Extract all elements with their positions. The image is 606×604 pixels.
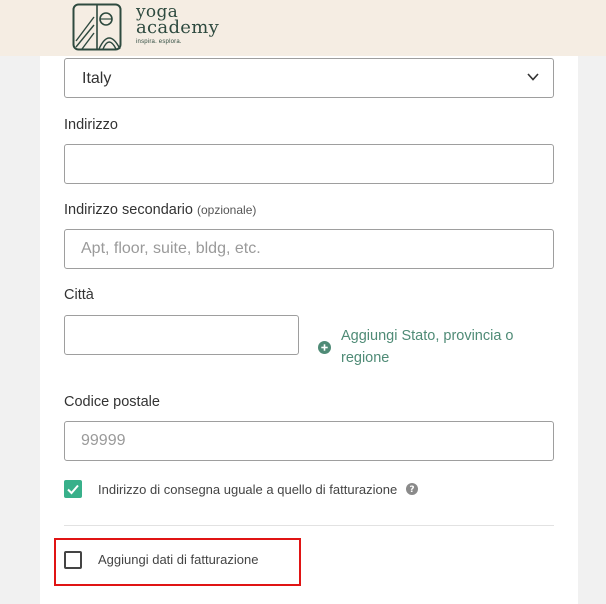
plus-circle-icon bbox=[318, 341, 331, 354]
city-label: Città bbox=[64, 287, 94, 303]
country-select[interactable]: Italy bbox=[64, 58, 554, 98]
address-input[interactable] bbox=[64, 144, 554, 184]
address-label: Indirizzo bbox=[64, 117, 118, 133]
checkmark-icon bbox=[67, 484, 79, 495]
question-circle-icon[interactable]: ? bbox=[406, 483, 418, 495]
postal-code-label: Codice postale bbox=[64, 394, 160, 410]
address2-label: Indirizzo secondario (opzionale) bbox=[64, 202, 256, 218]
same-address-checkbox[interactable] bbox=[64, 480, 82, 498]
billing-label[interactable]: Aggiungi dati di fatturazione bbox=[98, 552, 258, 567]
country-select-value: Italy bbox=[82, 70, 112, 87]
brand-tagline: inspira. esplora. bbox=[136, 39, 182, 45]
city-input[interactable] bbox=[64, 315, 299, 355]
site-header: yoga academy inspira. esplora. bbox=[0, 0, 606, 56]
svg-text:?: ? bbox=[409, 485, 414, 495]
postal-code-input[interactable] bbox=[64, 421, 554, 461]
brand-wordmark[interactable]: yoga academy inspira. esplora. bbox=[136, 4, 220, 46]
billing-checkbox[interactable] bbox=[64, 551, 82, 569]
section-divider bbox=[64, 525, 554, 526]
same-address-label[interactable]: Indirizzo di consegna uguale a quello di… bbox=[98, 482, 397, 497]
address2-input[interactable] bbox=[64, 229, 554, 269]
yoga-academy-logo-icon[interactable] bbox=[72, 3, 122, 51]
chevron-down-icon bbox=[527, 73, 539, 81]
brand-name-line2: academy bbox=[136, 17, 220, 38]
address2-optional-text: (opzionale) bbox=[197, 203, 257, 217]
address2-label-text: Indirizzo secondario bbox=[64, 202, 193, 218]
add-state-link-text: Aggiungi Stato, provincia o regione bbox=[341, 328, 514, 366]
